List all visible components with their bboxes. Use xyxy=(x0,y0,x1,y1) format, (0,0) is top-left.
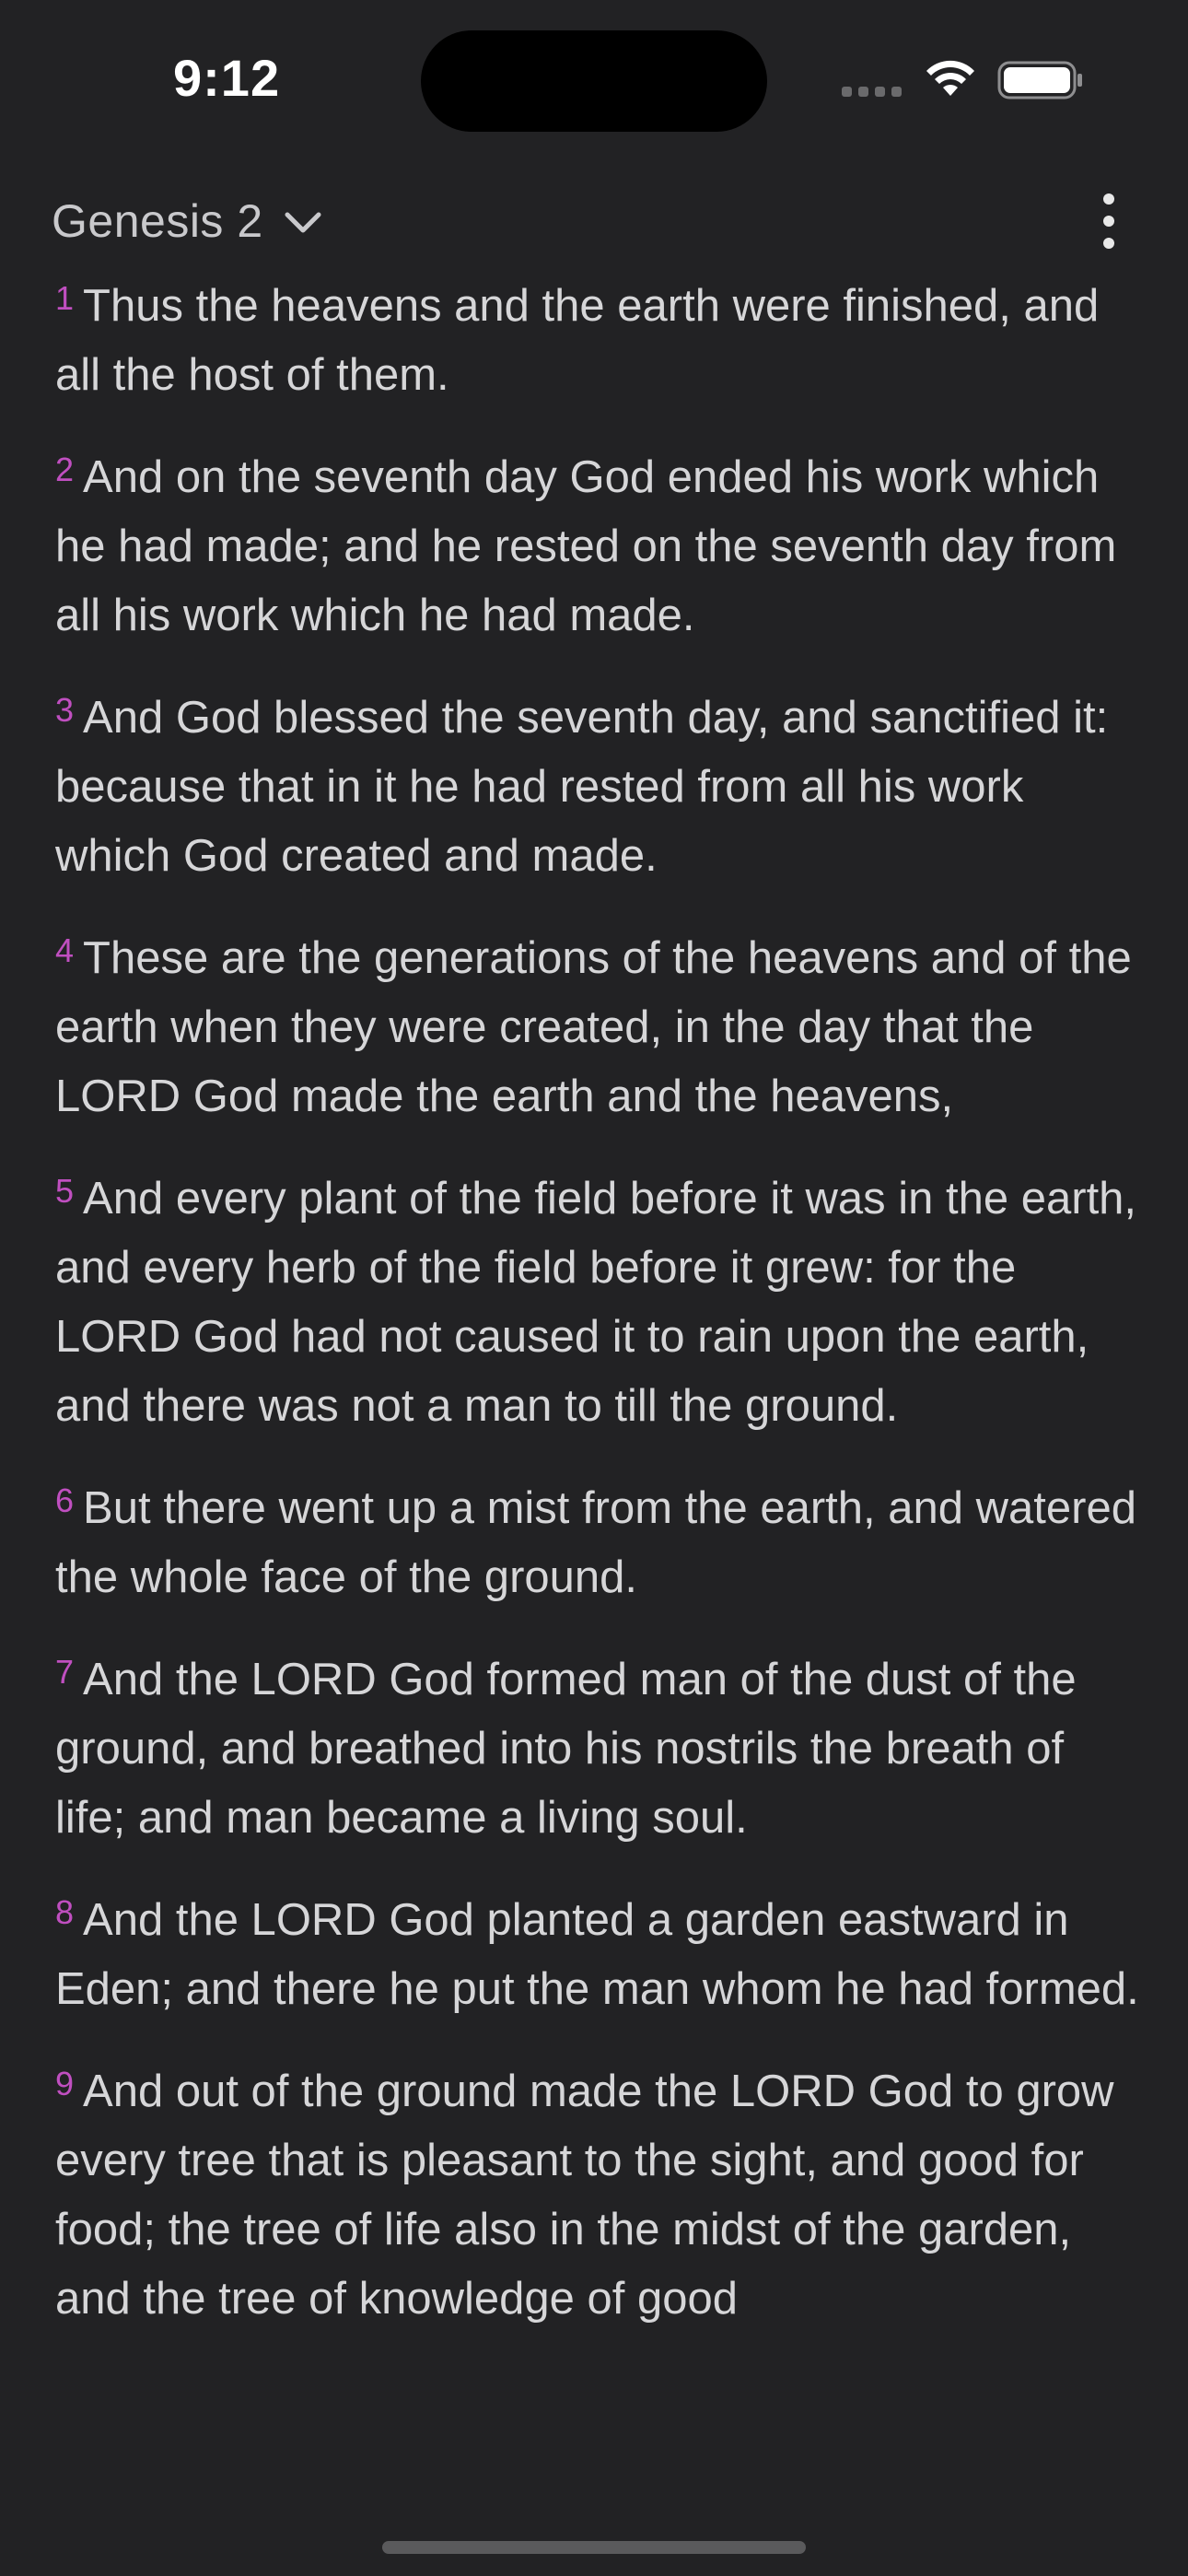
reader-header: Genesis 2 xyxy=(0,184,1188,258)
verse-text: Thus the heavens and the earth were fini… xyxy=(55,281,1100,400)
verse[interactable]: 5 And every plant of the field before it … xyxy=(55,1165,1142,1441)
verse[interactable]: 7 And the LORD God formed man of the dust… xyxy=(55,1645,1142,1853)
verse-number: 5 xyxy=(55,1172,75,1210)
verse[interactable]: 4 These are the generations of the heaven… xyxy=(55,924,1142,1131)
verse-text: And on the seventh day God ended his wor… xyxy=(55,452,1117,640)
cellular-signal-icon xyxy=(842,87,902,97)
wifi-icon xyxy=(926,60,974,96)
verse-number: 3 xyxy=(55,691,75,729)
battery-icon xyxy=(997,61,1082,100)
verse-number: 8 xyxy=(55,1893,75,1931)
verse[interactable]: 8 And the LORD God planted a garden eastw… xyxy=(55,1886,1142,2024)
verse-number: 2 xyxy=(55,451,75,488)
verse-text: And God blessed the seventh day, and san… xyxy=(55,693,1109,881)
verse-text: And the LORD God planted a garden eastwa… xyxy=(55,1895,1139,2014)
verse-number: 7 xyxy=(55,1653,75,1691)
verse-text: These are the generations of the heavens… xyxy=(55,933,1132,1121)
verse-number: 1 xyxy=(55,279,75,317)
verse[interactable]: 1 Thus the heavens and the earth were fin… xyxy=(55,272,1142,410)
verse[interactable]: 2 And on the seventh day God ended his wo… xyxy=(55,443,1142,650)
status-bar: 9:12 xyxy=(0,0,1188,147)
verse-number: 9 xyxy=(55,2065,75,2102)
chevron-down-icon xyxy=(285,212,321,233)
chapter-selector-button[interactable]: Genesis 2 xyxy=(52,184,322,258)
more-vertical-icon[interactable] xyxy=(1090,193,1127,249)
home-indicator[interactable] xyxy=(382,2541,806,2554)
verse-text: And out of the ground made the LORD God … xyxy=(55,2067,1114,2324)
dynamic-island xyxy=(421,30,767,132)
chapter-content: 1 Thus the heavens and the earth were fin… xyxy=(55,272,1142,2367)
verse-number: 4 xyxy=(55,931,75,969)
verse-text: But there went up a mist from the earth,… xyxy=(55,1483,1136,1602)
status-time: 9:12 xyxy=(173,49,281,107)
verse[interactable]: 6 But there went up a mist from the earth… xyxy=(55,1474,1142,1612)
verse[interactable]: 9 And out of the ground made the LORD God… xyxy=(55,2057,1142,2334)
verse-number: 6 xyxy=(55,1481,75,1519)
verse[interactable]: 3 And God blessed the seventh day, and sa… xyxy=(55,684,1142,891)
verse-text: And every plant of the field before it w… xyxy=(55,1174,1137,1431)
chapter-title: Genesis 2 xyxy=(52,195,263,247)
verse-text: And the LORD God formed man of the dust … xyxy=(55,1655,1077,1843)
